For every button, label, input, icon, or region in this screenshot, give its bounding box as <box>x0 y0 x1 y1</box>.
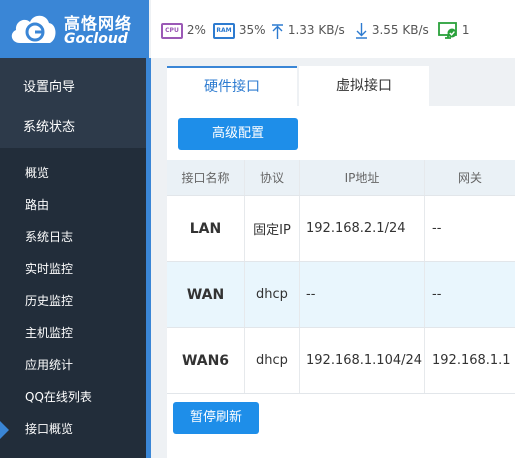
ram-icon: RAM <box>213 22 235 39</box>
sidebar-item-realtime-monitor[interactable]: 实时监控 <box>0 253 149 285</box>
cell-gateway: -- <box>432 221 442 236</box>
sidebar-item-interface-overview[interactable]: 接口概览 <box>0 413 149 445</box>
tab-virtual-interfaces[interactable]: 虚拟接口 <box>299 66 429 106</box>
interface-panel: 高级配置 接口名称 协议 IP地址 网关 LAN 固定IP 192.168.2.… <box>167 106 515 458</box>
sidebar-submenu: 概览 路由 系统日志 实时监控 历史监控 主机监控 应用统计 QQ在线列表 接口… <box>0 148 149 458</box>
cell-interface-name: WAN6 <box>167 328 245 393</box>
download-value: 3.55 KB/s <box>371 23 429 37</box>
download-speed: 3.55 KB/s <box>355 21 429 39</box>
table-row[interactable]: WAN6 dhcp 192.168.1.104/24 192.168.1.1 <box>167 328 515 394</box>
main-content: 硬件接口 虚拟接口 高级配置 接口名称 协议 IP地址 网关 LAN 固定IP … <box>151 58 515 458</box>
sidebar-item-host-monitor[interactable]: 主机监控 <box>0 317 149 349</box>
table-row[interactable]: WAN dhcp -- -- <box>167 262 515 328</box>
interface-table: 接口名称 协议 IP地址 网关 LAN 固定IP 192.168.2.1/24 … <box>167 152 515 396</box>
sidebar-item-system-log[interactable]: 系统日志 <box>0 221 149 253</box>
sidebar-item-qq-online[interactable]: QQ在线列表 <box>0 381 149 413</box>
cell-ip-address: -- <box>300 262 425 327</box>
sidebar-item-app-stats[interactable]: 应用统计 <box>0 349 149 381</box>
pause-refresh-button[interactable]: 暂停刷新 <box>173 402 259 434</box>
sidebar-item-system-status[interactable]: 系统状态 <box>0 108 149 148</box>
table-header: 接口名称 协议 IP地址 网关 <box>167 160 515 196</box>
cell-gateway: 192.168.1.1 <box>432 353 511 368</box>
sidebar-item-overview[interactable]: 概览 <box>0 157 149 189</box>
header-ip-address: IP地址 <box>300 160 425 195</box>
cpu-value: 2% <box>186 23 206 37</box>
cell-protocol: dhcp <box>245 328 300 393</box>
table-row[interactable]: LAN 固定IP 192.168.2.1/24 -- <box>167 196 515 262</box>
upload-speed: 1.33 KB/s <box>271 21 345 39</box>
cell-ip-address: 192.168.1.104/24 <box>300 328 425 393</box>
upload-arrow-icon <box>272 23 283 39</box>
cell-protocol: dhcp <box>245 262 300 327</box>
status-bar: CPU 2% RAM 35% 1.33 KB/s 3.55 KB/s 1 <box>151 0 515 58</box>
header-interface-name: 接口名称 <box>167 160 245 195</box>
cell-gateway: -- <box>432 287 442 302</box>
cell-interface-name: WAN <box>167 262 245 327</box>
cell-interface-name: LAN <box>167 196 245 261</box>
sidebar: 高恪网络 Gocloud 设置向导 系统状态 概览 路由 系统日志 实时监控 历… <box>0 0 149 458</box>
advanced-config-button[interactable]: 高级配置 <box>178 118 298 150</box>
header-gateway: 网关 <box>457 171 482 185</box>
sidebar-item-history-monitor[interactable]: 历史监控 <box>0 285 149 317</box>
brand-name-en: Gocloud <box>64 31 128 47</box>
upload-value: 1.33 KB/s <box>287 23 345 37</box>
sidebar-item-setup-wizard[interactable]: 设置向导 <box>0 68 149 108</box>
brand-logo[interactable]: 高恪网络 Gocloud <box>0 0 149 58</box>
sidebar-item-routes[interactable]: 路由 <box>0 189 149 221</box>
online-devices[interactable]: 1 <box>438 21 469 39</box>
tab-hardware-interfaces[interactable]: 硬件接口 <box>167 66 297 106</box>
cell-protocol: 固定IP <box>245 196 300 261</box>
ram-value: 35% <box>238 23 266 37</box>
cpu-usage: CPU 2% <box>161 21 206 39</box>
download-arrow-icon <box>356 22 367 39</box>
cloud-logo-icon <box>11 15 56 43</box>
ram-usage: RAM 35% <box>213 21 266 39</box>
online-monitor-icon <box>438 21 457 39</box>
cpu-icon: CPU <box>161 22 183 39</box>
active-indicator <box>0 421 9 439</box>
cell-ip-address: 192.168.2.1/24 <box>300 196 425 261</box>
online-count: 1 <box>461 23 470 37</box>
header-protocol: 协议 <box>245 160 300 195</box>
